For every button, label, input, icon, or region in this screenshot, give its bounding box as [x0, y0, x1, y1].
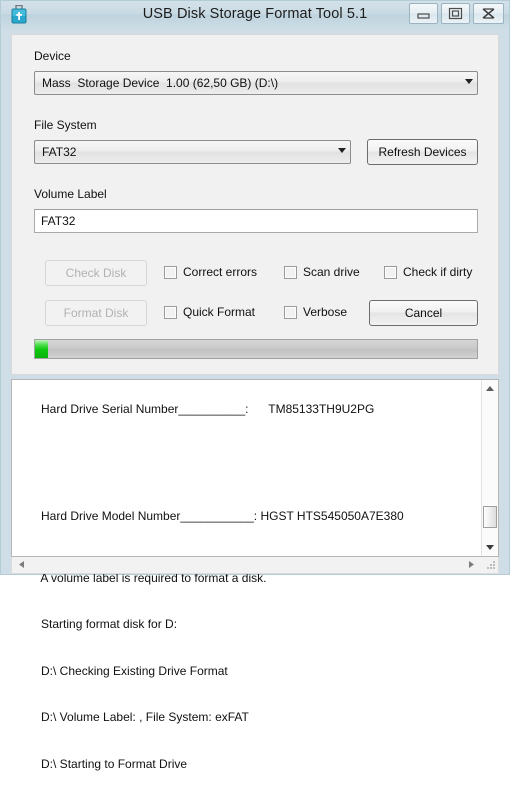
checkbox-box-icon — [384, 266, 397, 279]
close-button[interactable] — [473, 3, 504, 24]
file-system-label: File System — [34, 118, 97, 132]
format-disk-button[interactable]: Format Disk — [45, 300, 147, 326]
checkbox-box-icon — [284, 306, 297, 319]
chevron-left-icon — [19, 561, 24, 568]
device-combobox-value: Mass Storage Device 1.00 (62,50 GB) (D:\… — [42, 76, 279, 90]
device-combobox[interactable]: Mass Storage Device 1.00 (62,50 GB) (D:\… — [34, 71, 478, 95]
restore-icon — [448, 7, 463, 20]
minimize-icon — [417, 13, 430, 19]
log-horizontal-scrollbar[interactable] — [11, 557, 499, 574]
checkbox-label: Correct errors — [183, 265, 258, 279]
scroll-up-button[interactable] — [482, 380, 498, 397]
chevron-down-icon — [486, 545, 494, 550]
minimize-button[interactable] — [409, 3, 438, 24]
format-progress-bar — [34, 339, 478, 359]
log-serial-line: Hard Drive Serial Number__________: TM85… — [41, 401, 375, 416]
resize-grip-icon — [487, 561, 495, 569]
scroll-left-button[interactable] — [13, 557, 30, 572]
volume-label-input[interactable]: FAT32 — [34, 209, 478, 233]
checkbox-label: Check if dirty — [403, 265, 473, 279]
scroll-right-button[interactable] — [463, 557, 480, 572]
log-output-box[interactable]: Hard Drive Serial Number__________: TM85… — [11, 379, 499, 771]
volume-label-input-value: FAT32 — [41, 214, 76, 228]
log-vertical-scrollbar[interactable] — [481, 380, 498, 556]
checkbox-box-icon — [164, 266, 177, 279]
file-system-combobox[interactable]: FAT32 — [34, 140, 351, 164]
close-icon — [482, 8, 495, 19]
chevron-right-icon — [469, 561, 474, 568]
checkbox-box-icon — [164, 306, 177, 319]
file-system-combobox-value: FAT32 — [42, 145, 77, 159]
progress-bar-fill — [35, 340, 49, 358]
log-line-2: D:\ Checking Existing Drive Format — [41, 663, 228, 678]
check-disk-button[interactable]: Check Disk — [45, 260, 147, 286]
checkbox-box-icon — [284, 266, 297, 279]
refresh-devices-button[interactable]: Refresh Devices — [367, 139, 478, 165]
log-line-1: Starting format disk for D: — [41, 617, 178, 631]
title-bar[interactable]: USB Disk Storage Format Tool 5.1 — [1, 1, 509, 28]
window-resize-grip[interactable] — [483, 558, 497, 572]
volume-label-label: Volume Label — [34, 187, 107, 201]
chevron-down-icon — [338, 148, 346, 153]
scrollbar-thumb[interactable] — [483, 506, 497, 528]
checkbox-label: Scan drive — [303, 265, 360, 279]
chevron-up-icon — [486, 386, 494, 391]
restore-button[interactable] — [441, 3, 470, 24]
log-line-3: D:\ Volume Label: , File System: exFAT — [41, 710, 249, 724]
cancel-button[interactable]: Cancel — [369, 300, 478, 326]
chevron-down-icon — [465, 79, 473, 84]
checkbox-label: Quick Format — [183, 305, 256, 319]
checkbox-label: Verbose — [303, 305, 348, 319]
log-model-line: Hard Drive Model Number___________: HGST… — [41, 509, 404, 523]
format-form-panel: Device Mass Storage Device 1.00 (62,50 G… — [11, 34, 499, 375]
device-label: Device — [34, 49, 71, 63]
application-window: USB Disk Storage Format Tool 5.1 Device … — [0, 0, 510, 771]
scroll-down-button[interactable] — [482, 539, 498, 556]
log-output-text: Hard Drive Serial Number__________: TM85… — [21, 386, 476, 788]
log-line-4: D:\ Starting to Format Drive — [41, 756, 188, 771]
